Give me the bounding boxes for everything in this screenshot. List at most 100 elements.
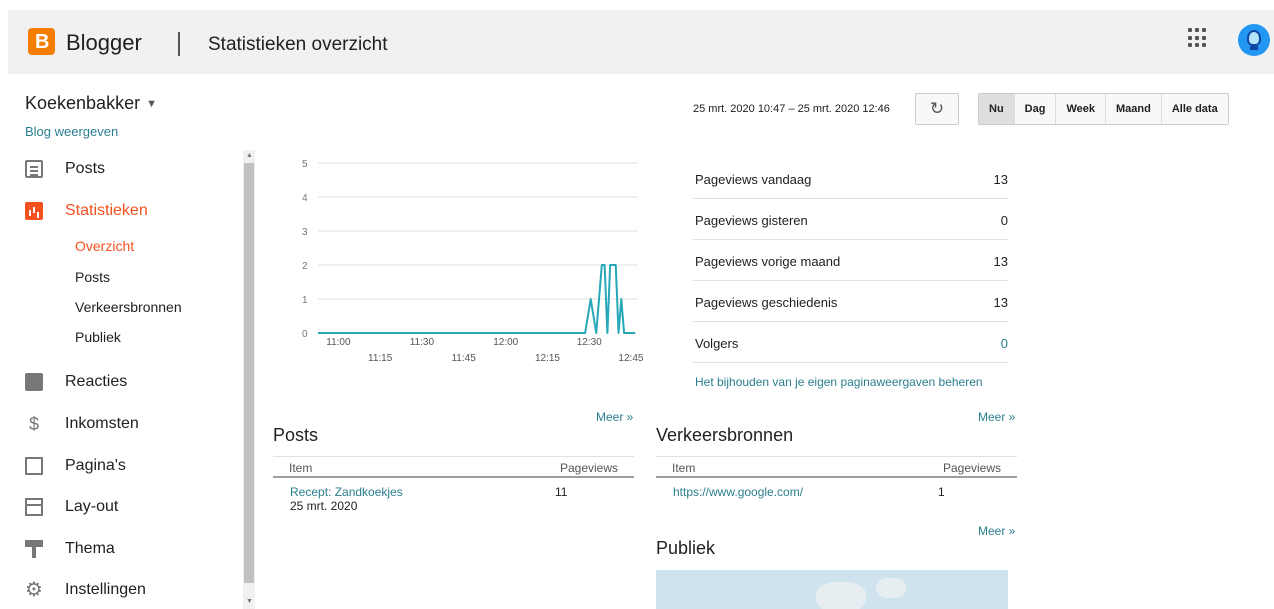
audience-more-link[interactable]: Meer » <box>978 524 1015 538</box>
audience-section-title: Publiek <box>656 538 716 558</box>
x-tick-label: 11:00 <box>326 337 351 348</box>
sidebar-item-label: Inkomsten <box>65 415 139 432</box>
sidebar-item-reacties[interactable]: Reacties <box>0 363 240 403</box>
stats-list: Pageviews vandaag 13 Pageviews gisteren … <box>693 158 1008 363</box>
stat-value: 0 <box>1000 213 1008 228</box>
column-header-item: Item <box>289 461 313 475</box>
stat-row: Pageviews vorige maand 13 <box>693 240 1008 281</box>
range-day-button[interactable]: Dag <box>1015 94 1057 124</box>
sidebar-item-label: Pagina's <box>65 457 126 474</box>
stat-row: Pageviews geschiedenis 13 <box>693 281 1008 322</box>
stat-row: Volgers 0 <box>693 322 1008 363</box>
header: B Blogger Statistieken overzicht <box>8 10 1274 74</box>
stat-value: 13 <box>993 254 1008 269</box>
traffic-more-link[interactable]: Meer » <box>978 410 1015 424</box>
x-tick-label: 11:30 <box>410 337 435 348</box>
table-row: https://www.google.com/ 1 <box>656 478 1017 514</box>
layout-icon <box>25 498 43 516</box>
sidebar-item-label: Instellingen <box>65 581 146 598</box>
sidebar-subitem-posts[interactable]: Posts <box>75 269 110 285</box>
refresh-button[interactable]: ↻ <box>915 93 959 125</box>
source-link[interactable]: https://www.google.com/ <box>673 485 803 499</box>
sidebar-item-statistieken[interactable]: Statistieken <box>0 192 240 232</box>
audience-world-map <box>656 570 1008 609</box>
pages-icon <box>25 457 43 475</box>
range-all-button[interactable]: Alle data <box>1162 94 1228 124</box>
view-blog-link[interactable]: Blog weergeven <box>25 124 118 139</box>
posts-icon <box>25 160 43 178</box>
stat-row: Pageviews gisteren 0 <box>693 199 1008 240</box>
sidebar-item-layout[interactable]: Lay-out <box>0 488 240 528</box>
logo-letter: B <box>35 31 50 53</box>
x-tick-label: 11:15 <box>368 353 393 364</box>
sidebar-item-label: Reacties <box>65 373 128 390</box>
table-header: Item Pageviews <box>273 456 634 478</box>
table-header: Item Pageviews <box>656 456 1017 478</box>
blog-name: Koekenbakker <box>25 93 141 113</box>
date-range: 25 mrt. 2020 10:47 – 25 mrt. 2020 12:46 <box>693 103 890 115</box>
sidebar-item-label: Posts <box>65 160 106 177</box>
app-name[interactable]: Blogger <box>66 30 142 56</box>
x-tick-label: 12:30 <box>577 337 602 348</box>
post-date: 25 mrt. 2020 <box>290 499 358 513</box>
stat-label: Pageviews gisteren <box>695 213 808 228</box>
sidebar-item-instellingen[interactable]: ⚙ Instellingen <box>0 571 240 609</box>
scroll-up-icon[interactable]: ▲ <box>246 152 253 159</box>
caret-down-icon: ▼ <box>146 98 157 111</box>
posts-table: Item Pageviews Recept: Zandkoekjes 25 mr… <box>273 456 634 514</box>
x-tick-label: 12:15 <box>535 353 560 364</box>
traffic-table: Item Pageviews https://www.google.com/ 1 <box>656 456 1017 514</box>
stat-label: Pageviews vorige maand <box>695 254 841 269</box>
sidebar-subitem-publiek[interactable]: Publiek <box>75 329 121 345</box>
x-tick-label: 12:00 <box>493 337 518 348</box>
sidebar-subitem-overzicht[interactable]: Overzicht <box>75 238 134 254</box>
stat-label: Pageviews vandaag <box>695 172 812 187</box>
manage-pageviews-link[interactable]: Het bijhouden van je eigen paginaweergav… <box>695 375 983 389</box>
sidebar-subitem-verkeersbronnen[interactable]: Verkeersbronnen <box>75 299 182 315</box>
dollar-icon: $ <box>28 414 39 434</box>
range-now-button[interactable]: Nu <box>979 94 1015 124</box>
source-pageviews: 1 <box>938 485 945 499</box>
stat-label: Pageviews geschiedenis <box>695 295 838 310</box>
x-tick-label: 11:45 <box>451 353 476 364</box>
x-tick-label: 12:45 <box>618 353 643 364</box>
blog-selector[interactable]: Koekenbakker ▼ <box>25 93 157 114</box>
range-selector: Nu Dag Week Maand Alle data <box>978 93 1229 125</box>
page-title: Statistieken overzicht <box>208 34 388 55</box>
posts-more-link[interactable]: Meer » <box>596 410 633 424</box>
y-tick-label: 5 <box>302 159 308 170</box>
followers-value-link[interactable]: 0 <box>1001 336 1008 351</box>
pageviews-chart: 0 1 2 3 4 5 11:00 11:30 12:00 12:30 11:15 11:45 12:1… <box>302 159 644 364</box>
avatar[interactable] <box>1238 24 1270 56</box>
header-divider <box>178 32 180 56</box>
posts-section-title: Posts <box>273 425 319 445</box>
sidebar-item-label: Statistieken <box>65 202 148 219</box>
theme-icon <box>25 540 43 558</box>
post-pageviews: 11 <box>555 485 568 499</box>
range-week-button[interactable]: Week <box>1056 94 1106 124</box>
stat-value: 13 <box>993 295 1008 310</box>
post-link[interactable]: Recept: Zandkoekjes <box>290 485 403 499</box>
scrollbar-thumb[interactable] <box>244 163 254 583</box>
column-header-item: Item <box>672 461 696 475</box>
sidebar-scrollbar[interactable]: ▲ ▼ <box>243 150 255 609</box>
stat-row: Pageviews vandaag 13 <box>693 158 1008 199</box>
y-tick-label: 0 <box>302 329 308 340</box>
lightbulb-icon <box>1247 30 1261 46</box>
sidebar-item-thema[interactable]: Thema <box>0 530 240 570</box>
source-cell: https://www.google.com/ <box>673 485 803 499</box>
scroll-down-icon[interactable]: ▼ <box>246 598 253 605</box>
range-month-button[interactable]: Maand <box>1106 94 1162 124</box>
table-row: Recept: Zandkoekjes 25 mrt. 2020 11 <box>273 478 634 514</box>
sidebar-item-paginas[interactable]: Pagina's <box>0 447 240 487</box>
sidebar-item-label: Thema <box>65 540 115 557</box>
refresh-icon: ↻ <box>929 99 945 118</box>
blogger-logo-icon[interactable]: B <box>28 28 55 55</box>
y-tick-label: 2 <box>302 261 308 272</box>
traffic-section-title: Verkeersbronnen <box>656 425 794 445</box>
sidebar-item-posts[interactable]: Posts <box>0 150 240 190</box>
column-header-pageviews: Pageviews <box>559 461 618 475</box>
sidebar-item-inkomsten[interactable]: $ Inkomsten <box>0 405 240 445</box>
apps-grid-icon[interactable] <box>1188 28 1208 48</box>
comments-icon <box>25 373 43 391</box>
